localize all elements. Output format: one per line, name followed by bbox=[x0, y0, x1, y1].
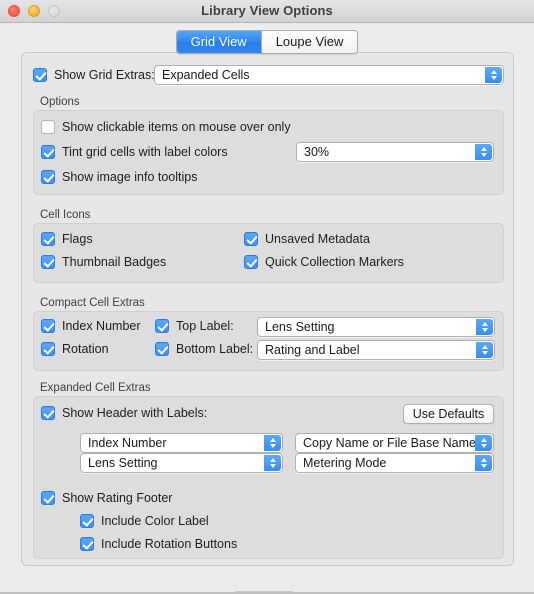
bottom-label-checkbox[interactable] bbox=[155, 342, 169, 356]
thumbnail-badges-checkbox[interactable] bbox=[41, 255, 55, 269]
show-header-with-labels-row: Show Header with Labels: bbox=[41, 406, 207, 420]
header-field-1-value: Index Number bbox=[88, 436, 167, 450]
tab-loupe-view[interactable]: Loupe View bbox=[260, 31, 358, 53]
tint-grid-cells-label: Tint grid cells with label colors bbox=[62, 145, 228, 159]
top-label-checkbox[interactable] bbox=[155, 319, 169, 333]
tint-grid-cells-row: Tint grid cells with label colors bbox=[41, 145, 228, 159]
index-number-row: Index Number bbox=[41, 319, 141, 333]
top-label-value: Lens Setting bbox=[265, 320, 335, 334]
chevron-updown-icon bbox=[475, 435, 492, 451]
bottom-label-row: Bottom Label: bbox=[155, 342, 253, 356]
include-color-label-checkbox[interactable] bbox=[80, 514, 94, 528]
top-label-row: Top Label: bbox=[155, 319, 234, 333]
bottom-label-popup[interactable]: Rating and Label bbox=[257, 340, 495, 360]
chevron-updown-icon bbox=[264, 455, 281, 471]
view-mode-tabs: Grid View Loupe View bbox=[0, 30, 534, 54]
tab-grid-view[interactable]: Grid View bbox=[176, 31, 261, 53]
show-grid-extras-popup[interactable]: Expanded Cells bbox=[154, 65, 504, 85]
include-rotation-buttons-row: Include Rotation Buttons bbox=[80, 537, 237, 551]
window-title: Library View Options bbox=[201, 3, 333, 18]
flags-checkbox[interactable] bbox=[41, 232, 55, 246]
quick-collection-markers-label: Quick Collection Markers bbox=[265, 255, 404, 269]
include-color-label-row: Include Color Label bbox=[80, 514, 209, 528]
include-rotation-buttons-label: Include Rotation Buttons bbox=[101, 537, 238, 551]
flags-row: Flags bbox=[41, 232, 93, 246]
show-clickable-items-checkbox[interactable] bbox=[41, 120, 55, 134]
quick-collection-markers-row: Quick Collection Markers bbox=[244, 255, 404, 269]
show-clickable-items-row: Show clickable items on mouse over only bbox=[41, 120, 291, 134]
use-defaults-button[interactable]: Use Defaults bbox=[403, 404, 494, 424]
bottom-label-value: Rating and Label bbox=[265, 343, 360, 357]
header-field-4-value: Metering Mode bbox=[303, 456, 387, 470]
header-field-4-popup[interactable]: Metering Mode bbox=[295, 453, 494, 473]
chevron-updown-icon bbox=[475, 455, 492, 471]
chevron-updown-icon bbox=[476, 342, 493, 358]
library-view-options-window: Library View Options Grid View Loupe Vie… bbox=[0, 0, 534, 594]
rotation-label: Rotation bbox=[62, 342, 109, 356]
unsaved-metadata-row: Unsaved Metadata bbox=[244, 232, 370, 246]
show-image-info-tooltips-row: Show image info tooltips bbox=[41, 170, 198, 184]
include-color-label-label: Include Color Label bbox=[101, 514, 209, 528]
chevron-updown-icon bbox=[264, 435, 281, 451]
expanded-cell-extras-group-title: Expanded Cell Extras bbox=[40, 382, 151, 394]
options-group-title: Options bbox=[40, 96, 80, 108]
rotation-checkbox[interactable] bbox=[41, 342, 55, 356]
show-grid-extras-checkbox[interactable] bbox=[33, 68, 47, 82]
show-header-with-labels-checkbox[interactable] bbox=[41, 406, 55, 420]
unsaved-metadata-checkbox[interactable] bbox=[244, 232, 258, 246]
bottom-label-label: Bottom Label: bbox=[176, 342, 254, 356]
top-label-label: Top Label: bbox=[176, 319, 234, 333]
tint-grid-cells-checkbox[interactable] bbox=[41, 145, 55, 159]
cell-icons-group-title: Cell Icons bbox=[40, 209, 91, 221]
show-rating-footer-row: Show Rating Footer bbox=[41, 491, 172, 505]
tint-opacity-popup[interactable]: 30% bbox=[296, 142, 494, 162]
unsaved-metadata-label: Unsaved Metadata bbox=[265, 232, 370, 246]
show-header-with-labels-label: Show Header with Labels: bbox=[62, 406, 208, 420]
rotation-row: Rotation bbox=[41, 342, 109, 356]
flags-label: Flags bbox=[62, 232, 93, 246]
zoom-button-icon bbox=[48, 5, 60, 17]
chevron-updown-icon bbox=[485, 67, 502, 83]
thumbnail-badges-row: Thumbnail Badges bbox=[41, 255, 166, 269]
include-rotation-buttons-checkbox[interactable] bbox=[80, 537, 94, 551]
close-button-icon[interactable] bbox=[8, 5, 20, 17]
show-image-info-tooltips-checkbox[interactable] bbox=[41, 170, 55, 184]
header-field-3-popup[interactable]: Lens Setting bbox=[80, 453, 283, 473]
index-number-checkbox[interactable] bbox=[41, 319, 55, 333]
show-grid-extras-label: Show Grid Extras: bbox=[54, 68, 155, 82]
thumbnail-badges-label: Thumbnail Badges bbox=[62, 255, 167, 269]
header-field-2-value: Copy Name or File Base Name bbox=[303, 436, 476, 450]
quick-collection-markers-checkbox[interactable] bbox=[244, 255, 258, 269]
header-field-2-popup[interactable]: Copy Name or File Base Name bbox=[295, 433, 494, 453]
show-grid-extras-row: Show Grid Extras: bbox=[33, 68, 155, 82]
show-rating-footer-label: Show Rating Footer bbox=[62, 491, 173, 505]
chevron-updown-icon bbox=[476, 319, 493, 335]
window-titlebar: Library View Options bbox=[0, 0, 534, 23]
traffic-lights bbox=[8, 0, 60, 22]
index-number-label: Index Number bbox=[62, 319, 141, 333]
show-rating-footer-checkbox[interactable] bbox=[41, 491, 55, 505]
show-clickable-items-label: Show clickable items on mouse over only bbox=[62, 120, 291, 134]
tint-opacity-value: 30% bbox=[304, 145, 330, 159]
segmented-control: Grid View Loupe View bbox=[175, 30, 359, 54]
header-field-1-popup[interactable]: Index Number bbox=[80, 433, 283, 453]
show-grid-extras-value: Expanded Cells bbox=[162, 68, 250, 82]
header-field-3-value: Lens Setting bbox=[88, 456, 158, 470]
compact-cell-extras-group-title: Compact Cell Extras bbox=[40, 297, 145, 309]
top-label-popup[interactable]: Lens Setting bbox=[257, 317, 495, 337]
minimize-button-icon[interactable] bbox=[28, 5, 40, 17]
show-image-info-tooltips-label: Show image info tooltips bbox=[62, 170, 198, 184]
chevron-updown-icon bbox=[475, 144, 492, 160]
